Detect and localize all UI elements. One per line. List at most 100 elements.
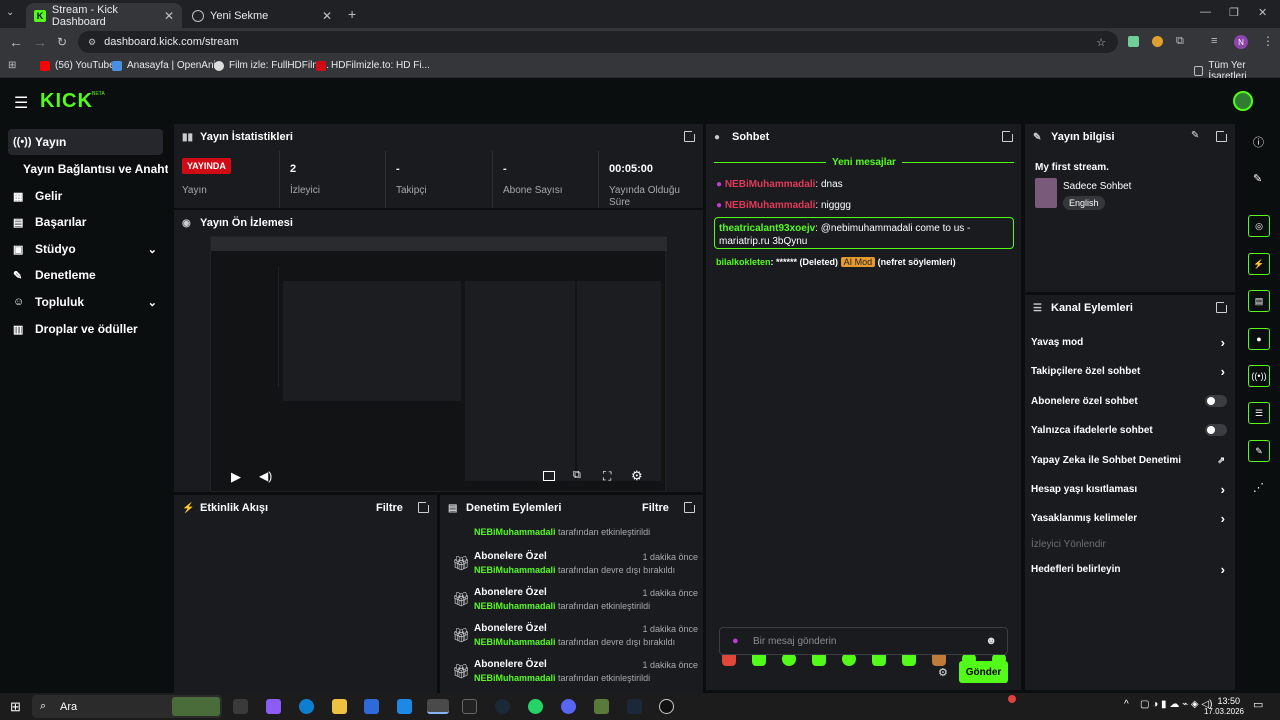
tab-kick-dashboard[interactable]: K Stream - Kick Dashboard ✕ (26, 3, 182, 28)
rail-document-button[interactable]: ▤ (1248, 290, 1270, 312)
minimize-icon[interactable]: — (1200, 6, 1211, 18)
action-banned-words[interactable]: Yasaklanmış kelimeler › (1031, 508, 1229, 528)
emoji-icon[interactable]: ☻ (985, 635, 997, 647)
edit-pencil-icon[interactable]: ✎ (1253, 172, 1262, 185)
clock-date[interactable]: 17.03.2026 (1200, 707, 1244, 716)
popout-icon[interactable] (684, 129, 697, 142)
hamburger-menu-icon[interactable]: ☰ (14, 93, 28, 113)
windows-start-icon[interactable]: ⊞ (10, 699, 21, 715)
emotes-only-toggle[interactable] (1205, 424, 1227, 436)
rail-chat-button[interactable]: ● (1248, 328, 1270, 350)
close-tab-icon[interactable]: ✕ (164, 9, 174, 23)
restore-icon[interactable]: ❐ (1229, 6, 1239, 19)
bookmark-openani[interactable]: Anasayfa | OpenAni... (112, 60, 224, 71)
obs-icon[interactable] (659, 699, 674, 714)
action-slow-mode[interactable]: Yavaş mod › (1031, 332, 1229, 352)
category-thumbnail[interactable] (1035, 178, 1057, 208)
pip-icon[interactable] (543, 471, 555, 481)
popout-icon[interactable] (418, 500, 431, 513)
discord-icon[interactable] (561, 699, 576, 714)
fullscreen-icon[interactable]: ⛶ (603, 469, 611, 484)
tray-chevron-icon[interactable]: ^ (1124, 699, 1129, 710)
chat-username[interactable]: theatricalant93xoejv (719, 223, 815, 234)
send-button[interactable]: Gönder (959, 661, 1008, 683)
sidebar-item-stream-key[interactable]: Yayın Bağlantısı ve Anahtarı (18, 156, 168, 182)
extension-icon[interactable] (1128, 36, 1139, 47)
chat-username[interactable]: NEBiMuhammadali (725, 200, 816, 211)
mod-user[interactable]: NEBiMuhammadali (474, 673, 556, 683)
popout-icon[interactable] (1216, 129, 1229, 142)
popout-icon[interactable] (1216, 300, 1229, 313)
taskbar-search[interactable]: ⌕ Ara (32, 695, 222, 718)
tab-list-icon[interactable]: ⌄ (6, 7, 14, 18)
clock-time[interactable]: 13:50 (1206, 696, 1240, 706)
extensions-puzzle-icon[interactable]: ⧉ (1176, 35, 1184, 48)
extension-icon[interactable] (1152, 36, 1163, 47)
popout-icon[interactable] (684, 500, 697, 513)
settings-gear-icon[interactable]: ⚙ (631, 468, 643, 484)
edit-pencil-icon[interactable]: ✎ (1191, 130, 1199, 141)
forward-icon[interactable]: → (33, 34, 47, 50)
rail-broadcast-button[interactable]: ((•)) (1248, 365, 1270, 387)
bookmark-star-icon[interactable]: ☆ (1096, 36, 1106, 49)
sidebar-item-droplar[interactable]: ▥ Droplar ve ödüller (8, 316, 163, 342)
mod-user[interactable]: NEBiMuhammadali (474, 637, 556, 647)
back-icon[interactable]: ← (9, 34, 23, 50)
info-icon[interactable]: ⓘ (1253, 134, 1264, 150)
chat-settings-gear-icon[interactable]: ⚙ (938, 666, 948, 679)
rail-camera-button[interactable]: ◎ (1248, 215, 1270, 237)
chrome-icon[interactable] (427, 699, 449, 714)
copilot-icon[interactable] (266, 699, 281, 714)
action-ai-moderation[interactable]: Yapay Zeka ile Sohbet Denetimi ⇗ (1031, 450, 1229, 470)
mod-user[interactable]: NEBiMuhammadali (474, 565, 556, 575)
play-icon[interactable]: ▶ (231, 469, 241, 485)
sidebar-item-yayin[interactable]: ((•)) Yayın (8, 129, 163, 155)
reload-icon[interactable]: ↻ (57, 35, 67, 49)
task-view-icon[interactable] (233, 699, 248, 714)
kick-logo[interactable]: KICK (40, 90, 93, 113)
site-info-icon[interactable]: ⚙ (88, 37, 96, 48)
mod-user[interactable]: NEBiMuhammadali (474, 527, 556, 537)
edge-icon[interactable] (299, 699, 314, 714)
app-icon[interactable] (462, 699, 477, 714)
media-icon[interactable]: ≡ (1211, 35, 1217, 47)
filter-button[interactable]: Filtre (642, 502, 669, 514)
sidebar-item-studyo[interactable]: ▣ Stüdyo ⌄ (8, 236, 163, 262)
rail-list-button[interactable]: ☰ (1248, 402, 1270, 424)
store-icon[interactable] (364, 699, 379, 714)
close-window-icon[interactable]: ✕ (1258, 6, 1267, 19)
notifications-icon[interactable]: ▭ (1253, 698, 1263, 711)
share-nodes-icon[interactable]: ⋰ (1253, 481, 1264, 494)
chat-username[interactable]: bilalkokleten (716, 257, 771, 267)
sidebar-item-topluluk[interactable]: ☺ Topluluk ⌄ (8, 289, 163, 315)
apps-grid-icon[interactable]: ⊞ (8, 60, 16, 71)
tab-new-tab[interactable]: Yeni Sekme ✕ (184, 3, 340, 28)
action-account-age[interactable]: Hesap yaşı kısıtlaması › (1031, 479, 1229, 499)
user-avatar[interactable] (1233, 91, 1253, 111)
sidebar-item-denetleme[interactable]: ✎ Denetleme (8, 262, 163, 288)
popout-icon[interactable] (1002, 129, 1015, 142)
minecraft-icon[interactable] (594, 699, 609, 714)
sidebar-item-gelir[interactable]: ▦ Gelir (8, 183, 163, 209)
address-bar[interactable]: ⚙ dashboard.kick.com/stream ☆ (78, 31, 1118, 53)
bookmark-fullhdfilm[interactable]: Film izle: FullHDFilm... (214, 60, 329, 71)
mod-user[interactable]: NEBiMuhammadali (474, 601, 556, 611)
rail-lightning-button[interactable]: ⚡ (1248, 253, 1270, 275)
video-preview[interactable]: ▶ ◀) ⧉ ⛶ ⚙ (210, 236, 667, 492)
stream-category[interactable]: Sadece Sohbet (1063, 181, 1131, 192)
chat-input[interactable]: ● Bir mesaj gönderin ☻ (719, 627, 1008, 655)
action-followers-only[interactable]: Takipçilere özel sohbet › (1031, 361, 1229, 381)
volume-icon[interactable]: ◀) (259, 469, 272, 483)
bookmark-youtube[interactable]: (56) YouTube (40, 60, 115, 71)
rail-wrench-button[interactable]: ✎ (1248, 440, 1270, 462)
file-explorer-icon[interactable] (332, 699, 347, 714)
mail-icon[interactable] (397, 699, 412, 714)
new-tab-icon[interactable]: + (348, 6, 356, 22)
close-tab-icon[interactable]: ✕ (322, 9, 332, 23)
filter-button[interactable]: Filtre (376, 502, 403, 514)
chat-username[interactable]: NEBiMuhammadali (725, 179, 816, 190)
action-set-goals[interactable]: Hedefleri belirleyin › (1031, 559, 1229, 579)
sidebar-item-basarilar[interactable]: ▤ Başarılar (8, 209, 163, 235)
steam-icon[interactable] (495, 699, 510, 714)
bookmark-hdfilmizle[interactable]: HDFilmizle.to: HD Fi... (316, 60, 430, 71)
